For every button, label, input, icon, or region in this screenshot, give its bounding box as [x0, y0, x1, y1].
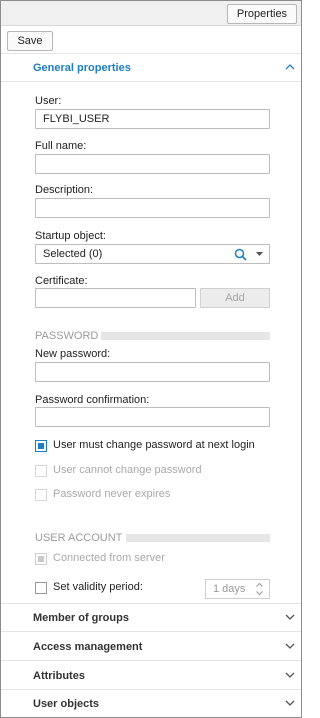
connected-from-server-checkbox[interactable]	[35, 553, 47, 565]
new-password-field[interactable]	[35, 362, 270, 382]
validity-period-value: 1 days	[213, 583, 246, 595]
set-validity-period-label: Set validity period:	[53, 581, 143, 593]
section-access-management[interactable]: Access management	[1, 633, 301, 661]
section-attributes-title: Attributes	[33, 670, 85, 682]
properties-button[interactable]: Properties	[227, 4, 297, 24]
stepper-down-icon[interactable]	[256, 591, 263, 595]
startup-object-select[interactable]: Selected (0)	[35, 244, 270, 264]
user-account-group-heading: USER ACCOUNT	[35, 532, 270, 544]
user-field-value: FLYBI_USER	[43, 113, 110, 125]
save-button[interactable]: Save	[7, 31, 53, 51]
section-member-of-groups-title: Member of groups	[33, 612, 129, 624]
section-access-management-title: Access management	[33, 641, 143, 653]
section-general-properties-title: General properties	[33, 62, 131, 74]
section-member-of-groups[interactable]: Member of groups	[1, 604, 301, 632]
must-change-password-checkbox[interactable]	[35, 440, 47, 452]
validity-period-stepper[interactable]: 1 days	[205, 579, 270, 599]
section-user-objects[interactable]: User objects	[1, 690, 301, 718]
chevron-up-icon[interactable]	[284, 61, 296, 73]
cannot-change-password-label: User cannot change password	[53, 464, 202, 476]
chevron-down-icon[interactable]	[284, 669, 296, 681]
user-label: User:	[35, 95, 62, 107]
password-never-expires-label: Password never expires	[53, 488, 171, 500]
dropdown-arrow-icon[interactable]	[256, 252, 263, 256]
set-validity-period-checkbox[interactable]	[35, 582, 47, 594]
group-heading-bar	[126, 534, 270, 542]
user-account-group-title: USER ACCOUNT	[35, 532, 123, 544]
search-icon[interactable]	[234, 248, 247, 261]
full-name-label: Full name:	[35, 140, 87, 152]
section-user-objects-title: User objects	[33, 698, 100, 710]
description-field[interactable]	[35, 198, 270, 218]
startup-object-label: Startup object:	[35, 230, 106, 242]
chevron-down-icon[interactable]	[284, 640, 296, 652]
chevron-down-icon[interactable]	[284, 611, 296, 623]
certificate-field[interactable]	[35, 288, 196, 308]
connected-from-server-label: Connected from server	[53, 552, 165, 564]
description-label: Description:	[35, 184, 94, 196]
password-confirmation-field[interactable]	[35, 407, 270, 427]
password-group-heading: PASSWORD	[35, 330, 270, 342]
user-field[interactable]: FLYBI_USER	[35, 109, 270, 129]
certificate-label: Certificate:	[35, 275, 88, 287]
stepper-up-icon[interactable]	[256, 583, 263, 587]
group-heading-bar	[101, 332, 270, 340]
section-attributes[interactable]: Attributes	[1, 662, 301, 690]
password-group-title: PASSWORD	[35, 330, 99, 342]
must-change-password-label: User must change password at next login	[53, 439, 255, 451]
full-name-field[interactable]	[35, 154, 270, 174]
password-confirmation-label: Password confirmation:	[35, 394, 150, 406]
properties-panel: Properties Save General properties User:…	[0, 0, 302, 718]
startup-object-value: Selected (0)	[43, 248, 103, 260]
section-general-properties[interactable]: General properties	[1, 54, 301, 82]
password-never-expires-checkbox[interactable]	[35, 489, 47, 501]
add-certificate-button[interactable]: Add	[200, 288, 270, 308]
cannot-change-password-checkbox[interactable]	[35, 465, 47, 477]
chevron-down-icon[interactable]	[284, 697, 296, 709]
top-toolbar: Properties	[1, 1, 301, 26]
new-password-label: New password:	[35, 348, 111, 360]
